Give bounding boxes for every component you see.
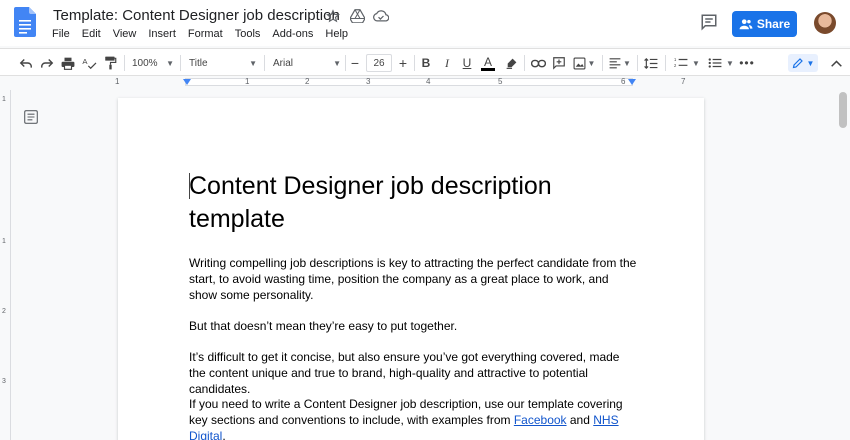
ruler-number: 2	[305, 77, 310, 86]
zoom-select[interactable]: 100% ▼	[132, 54, 174, 72]
menu-file[interactable]: File	[52, 28, 76, 40]
chevron-down-icon: ▼	[333, 58, 341, 68]
menu-format[interactable]: Format	[188, 28, 229, 40]
menu-view[interactable]: View	[113, 28, 143, 40]
print-icon[interactable]	[60, 54, 76, 72]
editing-mode-icon[interactable]: ▼	[788, 54, 818, 72]
align-icon[interactable]: ▼	[608, 54, 632, 72]
star-icon[interactable]	[325, 8, 341, 24]
right-indent-marker[interactable]	[628, 79, 636, 85]
paragraph[interactable]: If you need to write a Content Designer …	[189, 396, 639, 440]
undo-icon[interactable]	[18, 54, 34, 72]
ruler-number: 6	[621, 77, 626, 86]
svg-text:2: 2	[674, 63, 677, 68]
user-avatar[interactable]	[814, 12, 836, 34]
header-bar: Template: Content Designer job descripti…	[0, 0, 850, 46]
cloud-status-icon[interactable]	[373, 8, 389, 24]
highlight-icon[interactable]	[503, 54, 519, 72]
horizontal-ruler[interactable]: 1 1 2 3 4 5 6 7	[0, 77, 850, 88]
vruler-number: 3	[2, 378, 6, 385]
decrease-font-size-icon[interactable]: −	[348, 54, 362, 72]
paragraph-text: .	[222, 429, 226, 440]
ruler-number: 4	[426, 77, 431, 86]
ruler-number: 7	[681, 77, 686, 86]
insert-image-icon[interactable]: ▼	[572, 54, 596, 72]
vruler-number: 2	[2, 308, 6, 315]
document-title[interactable]: Template: Content Designer job descripti…	[53, 7, 340, 24]
menu-addons[interactable]: Add-ons	[272, 28, 319, 40]
vruler-number: 1	[2, 96, 6, 103]
nhs-link[interactable]: NHS	[593, 413, 618, 427]
collapse-menus-icon[interactable]	[829, 54, 843, 72]
document-heading[interactable]: Content Designer job description templat…	[189, 170, 609, 236]
redo-icon[interactable]	[39, 54, 55, 72]
increase-font-size-icon[interactable]: +	[396, 54, 410, 72]
ruler-number: 1	[115, 77, 120, 86]
add-comment-icon[interactable]	[551, 54, 567, 72]
more-icon[interactable]: •••	[739, 54, 754, 72]
docs-logo-icon[interactable]	[14, 7, 36, 37]
paragraph-text: and	[566, 413, 594, 427]
menu-edit[interactable]: Edit	[82, 28, 107, 40]
font-size-input[interactable]: 26	[366, 54, 392, 72]
paragraph[interactable]: But that doesn’t mean they’re easy to pu…	[189, 318, 639, 334]
bold-icon[interactable]: B	[419, 54, 433, 72]
bulleted-list-icon[interactable]: ▼	[705, 54, 737, 72]
vertical-ruler[interactable]: 1 1 2 3	[0, 90, 11, 440]
ruler-number: 5	[498, 77, 503, 86]
people-icon	[739, 19, 753, 30]
style-select[interactable]: Title ▼	[189, 54, 257, 72]
document-outline-icon[interactable]	[24, 110, 38, 129]
font-value: Arial	[273, 57, 294, 69]
numbered-list-icon[interactable]: 12 ▼	[671, 54, 703, 72]
scrollbar-thumb[interactable]	[839, 92, 847, 128]
toolbar: A 100% ▼ Title ▼ Arial ▼ − 26 + B I U A …	[0, 48, 850, 76]
italic-icon[interactable]: I	[440, 54, 454, 72]
font-select[interactable]: Arial ▼	[273, 54, 341, 72]
left-indent-marker[interactable]	[183, 79, 191, 85]
text-color-icon[interactable]: A	[480, 54, 496, 72]
scrollbar-track[interactable]	[836, 90, 850, 440]
ruler-page-area	[185, 78, 633, 86]
zoom-value: 100%	[132, 57, 158, 69]
svg-text:1: 1	[674, 57, 677, 62]
comments-icon[interactable]	[700, 13, 720, 33]
ruler-number: 3	[366, 77, 371, 86]
vruler-number: 1	[2, 238, 6, 245]
line-spacing-icon[interactable]	[643, 54, 659, 72]
document-page[interactable]: Content Designer job description templat…	[118, 98, 704, 440]
paint-format-icon[interactable]	[102, 54, 118, 72]
share-label: Share	[756, 17, 791, 31]
paragraph[interactable]: Writing compelling job descriptions is k…	[189, 255, 639, 303]
svg-text:A: A	[82, 57, 88, 66]
facebook-link[interactable]: Facebook	[514, 413, 567, 427]
menu-tools[interactable]: Tools	[235, 28, 267, 40]
menu-insert[interactable]: Insert	[148, 28, 182, 40]
underline-icon[interactable]: U	[460, 54, 474, 72]
chevron-down-icon: ▼	[166, 58, 174, 68]
menu-help[interactable]: Help	[325, 28, 354, 40]
paragraph[interactable]: It’s difficult to get it concise, but al…	[189, 349, 639, 397]
menu-bar: File Edit View Insert Format Tools Add-o…	[52, 28, 360, 40]
share-button[interactable]: Share	[732, 11, 797, 37]
style-value: Title	[189, 57, 208, 69]
spellcheck-icon[interactable]: A	[81, 54, 97, 72]
ruler-number: 1	[245, 77, 250, 86]
nhs-digital-link[interactable]: Digital	[189, 429, 222, 440]
link-icon[interactable]	[530, 54, 546, 72]
chevron-down-icon: ▼	[249, 58, 257, 68]
move-to-drive-icon[interactable]	[349, 8, 365, 24]
